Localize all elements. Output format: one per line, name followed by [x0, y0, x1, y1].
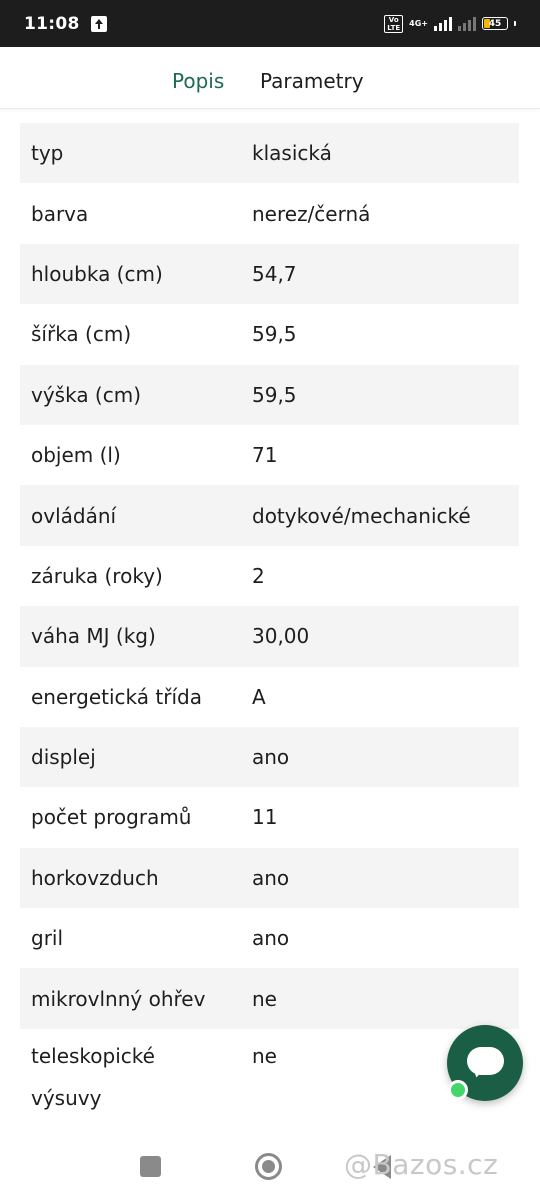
param-value: 11	[252, 805, 278, 830]
param-key: displej	[31, 745, 96, 770]
status-time: 11:08	[24, 13, 80, 34]
param-key: mikrovlnný ohřev	[31, 986, 206, 1011]
param-value: nerez/černá	[252, 201, 371, 226]
table-row: záruka (roky) 2	[20, 546, 519, 606]
param-value: dotykové/mechanické	[252, 503, 471, 528]
volte-icon: Vo LTE	[384, 14, 404, 33]
param-key: objem (l)	[31, 443, 121, 468]
param-value: ano	[252, 926, 290, 951]
param-key: ovládání	[31, 503, 117, 528]
table-row: počet programů 11	[20, 787, 519, 847]
watermark: @Bazos.cz	[344, 1148, 499, 1181]
param-value: ne	[252, 986, 277, 1011]
table-row: váha MJ (kg) 30,00	[20, 606, 519, 667]
param-value: 59,5	[252, 322, 297, 347]
upload-notification-icon	[90, 15, 107, 32]
table-row: gril ano	[20, 908, 519, 968]
param-value: 59,5	[252, 382, 297, 407]
table-row: energetická třída A	[20, 667, 519, 727]
param-key: barva	[31, 201, 89, 226]
param-key: hloubka (cm)	[31, 261, 163, 286]
recent-apps-icon[interactable]	[140, 1156, 161, 1177]
table-row: šířka (cm) 59,5	[20, 304, 519, 364]
table-row: objem (l) 71	[20, 425, 519, 485]
status-indicators: Vo LTE 4G+ 45	[384, 14, 516, 33]
battery-tip	[514, 21, 516, 26]
battery-level: 45	[488, 18, 502, 29]
param-value: 54,7	[252, 261, 297, 286]
param-value: ano	[252, 745, 290, 770]
tab-parametry[interactable]: Parametry	[260, 69, 364, 93]
table-row: mikrovlnný ohřev ne	[20, 968, 519, 1029]
param-key: váha MJ (kg)	[31, 624, 156, 649]
table-row: teleskopické výsuvy ne	[20, 1029, 519, 1132]
tab-bar: Popis Parametry	[0, 47, 540, 109]
param-key: počet programů	[31, 805, 192, 830]
param-key: záruka (roky)	[31, 563, 163, 588]
table-row: displej ano	[20, 726, 519, 788]
online-status-dot	[448, 1080, 468, 1100]
param-key: teleskopické výsuvy	[31, 1043, 155, 1110]
signal-strength-secondary-icon	[458, 16, 476, 31]
home-icon[interactable]	[255, 1153, 282, 1180]
param-value: 71	[252, 443, 278, 468]
param-value: 2	[252, 563, 265, 588]
param-value: klasická	[252, 141, 332, 166]
param-key: šířka (cm)	[31, 322, 132, 347]
status-bar: 11:08 Vo LTE 4G+ 45	[0, 0, 540, 47]
table-row: ovládání dotykové/mechanické	[20, 485, 519, 546]
param-value: 30,00	[252, 624, 310, 649]
table-row: hloubka (cm) 54,7	[20, 243, 519, 305]
param-key: energetická třída	[31, 684, 202, 709]
table-row: typ klasická	[20, 123, 519, 184]
table-row: horkovzduch ano	[20, 847, 519, 909]
param-key: horkovzduch	[31, 865, 159, 890]
param-value: A	[252, 684, 266, 709]
table-row: výška (cm) 59,5	[20, 364, 519, 425]
parameters-table: typ klasická barva nerez/černá hloubka (…	[20, 123, 519, 1132]
param-key: typ	[31, 141, 64, 166]
signal-strength-icon	[434, 16, 452, 31]
tab-popis[interactable]: Popis	[172, 69, 224, 93]
battery-icon: 45	[482, 17, 508, 30]
param-key: gril	[31, 926, 64, 951]
param-value: ano	[252, 865, 290, 890]
param-key: výška (cm)	[31, 382, 142, 407]
network-type: 4G+	[409, 18, 428, 28]
table-row: barva nerez/černá	[20, 183, 519, 243]
